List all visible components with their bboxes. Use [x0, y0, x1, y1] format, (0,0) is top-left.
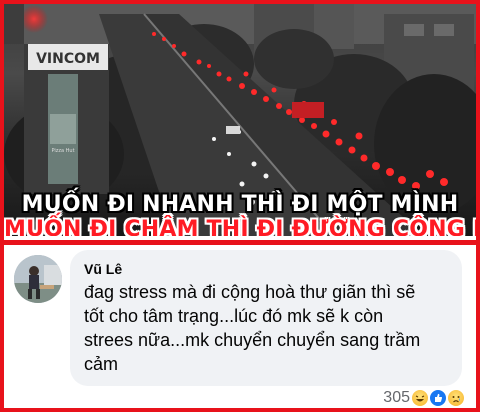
comment-body: đag stress mà đi cộng hoà thư giãn thì s… [84, 280, 448, 376]
comment-line: cảm [84, 354, 119, 374]
pizza-hut-sign: Pizza Hut [51, 148, 74, 154]
caption-line-1: MUỐN ĐI NHANH THÌ ĐI MỘT MÌNH [21, 192, 459, 217]
caption-line-2: MUỐN ĐI CHẬM THÌ ĐI ĐƯỜNG CỘNG HÒA [4, 217, 476, 236]
reaction-count: 305 [383, 389, 410, 406]
comment-bubble: Vũ Lê đag stress mà đi cộng hoà thư giãn… [70, 250, 462, 386]
sad-icon [446, 388, 466, 408]
reactions-summary[interactable]: 305 [383, 388, 466, 408]
meme-card: VINCOM Pizza Hut MUỐN ĐI NHANH THÌ ĐI MỘ… [0, 0, 480, 412]
comment-line: strees nữa...mk chuyển chuyển sang trầm [84, 330, 421, 350]
comment-author[interactable]: Vũ Lê [84, 260, 448, 278]
avatar-image [14, 255, 62, 303]
avatar[interactable] [14, 255, 62, 303]
traffic-photo: VINCOM Pizza Hut MUỐN ĐI NHANH THÌ ĐI MỘ… [4, 4, 476, 236]
comment-line: đag stress mà đi cộng hoà thư giãn thì s… [84, 282, 416, 302]
facebook-comment: Vũ Lê đag stress mà đi cộng hoà thư giãn… [4, 245, 476, 408]
vincom-sign: VINCOM [36, 51, 100, 67]
like-icon [428, 388, 448, 408]
haha-icon [410, 388, 430, 408]
comment-line: tốt cho tâm trạng...lúc đó mk sẽ k còn [84, 306, 384, 326]
